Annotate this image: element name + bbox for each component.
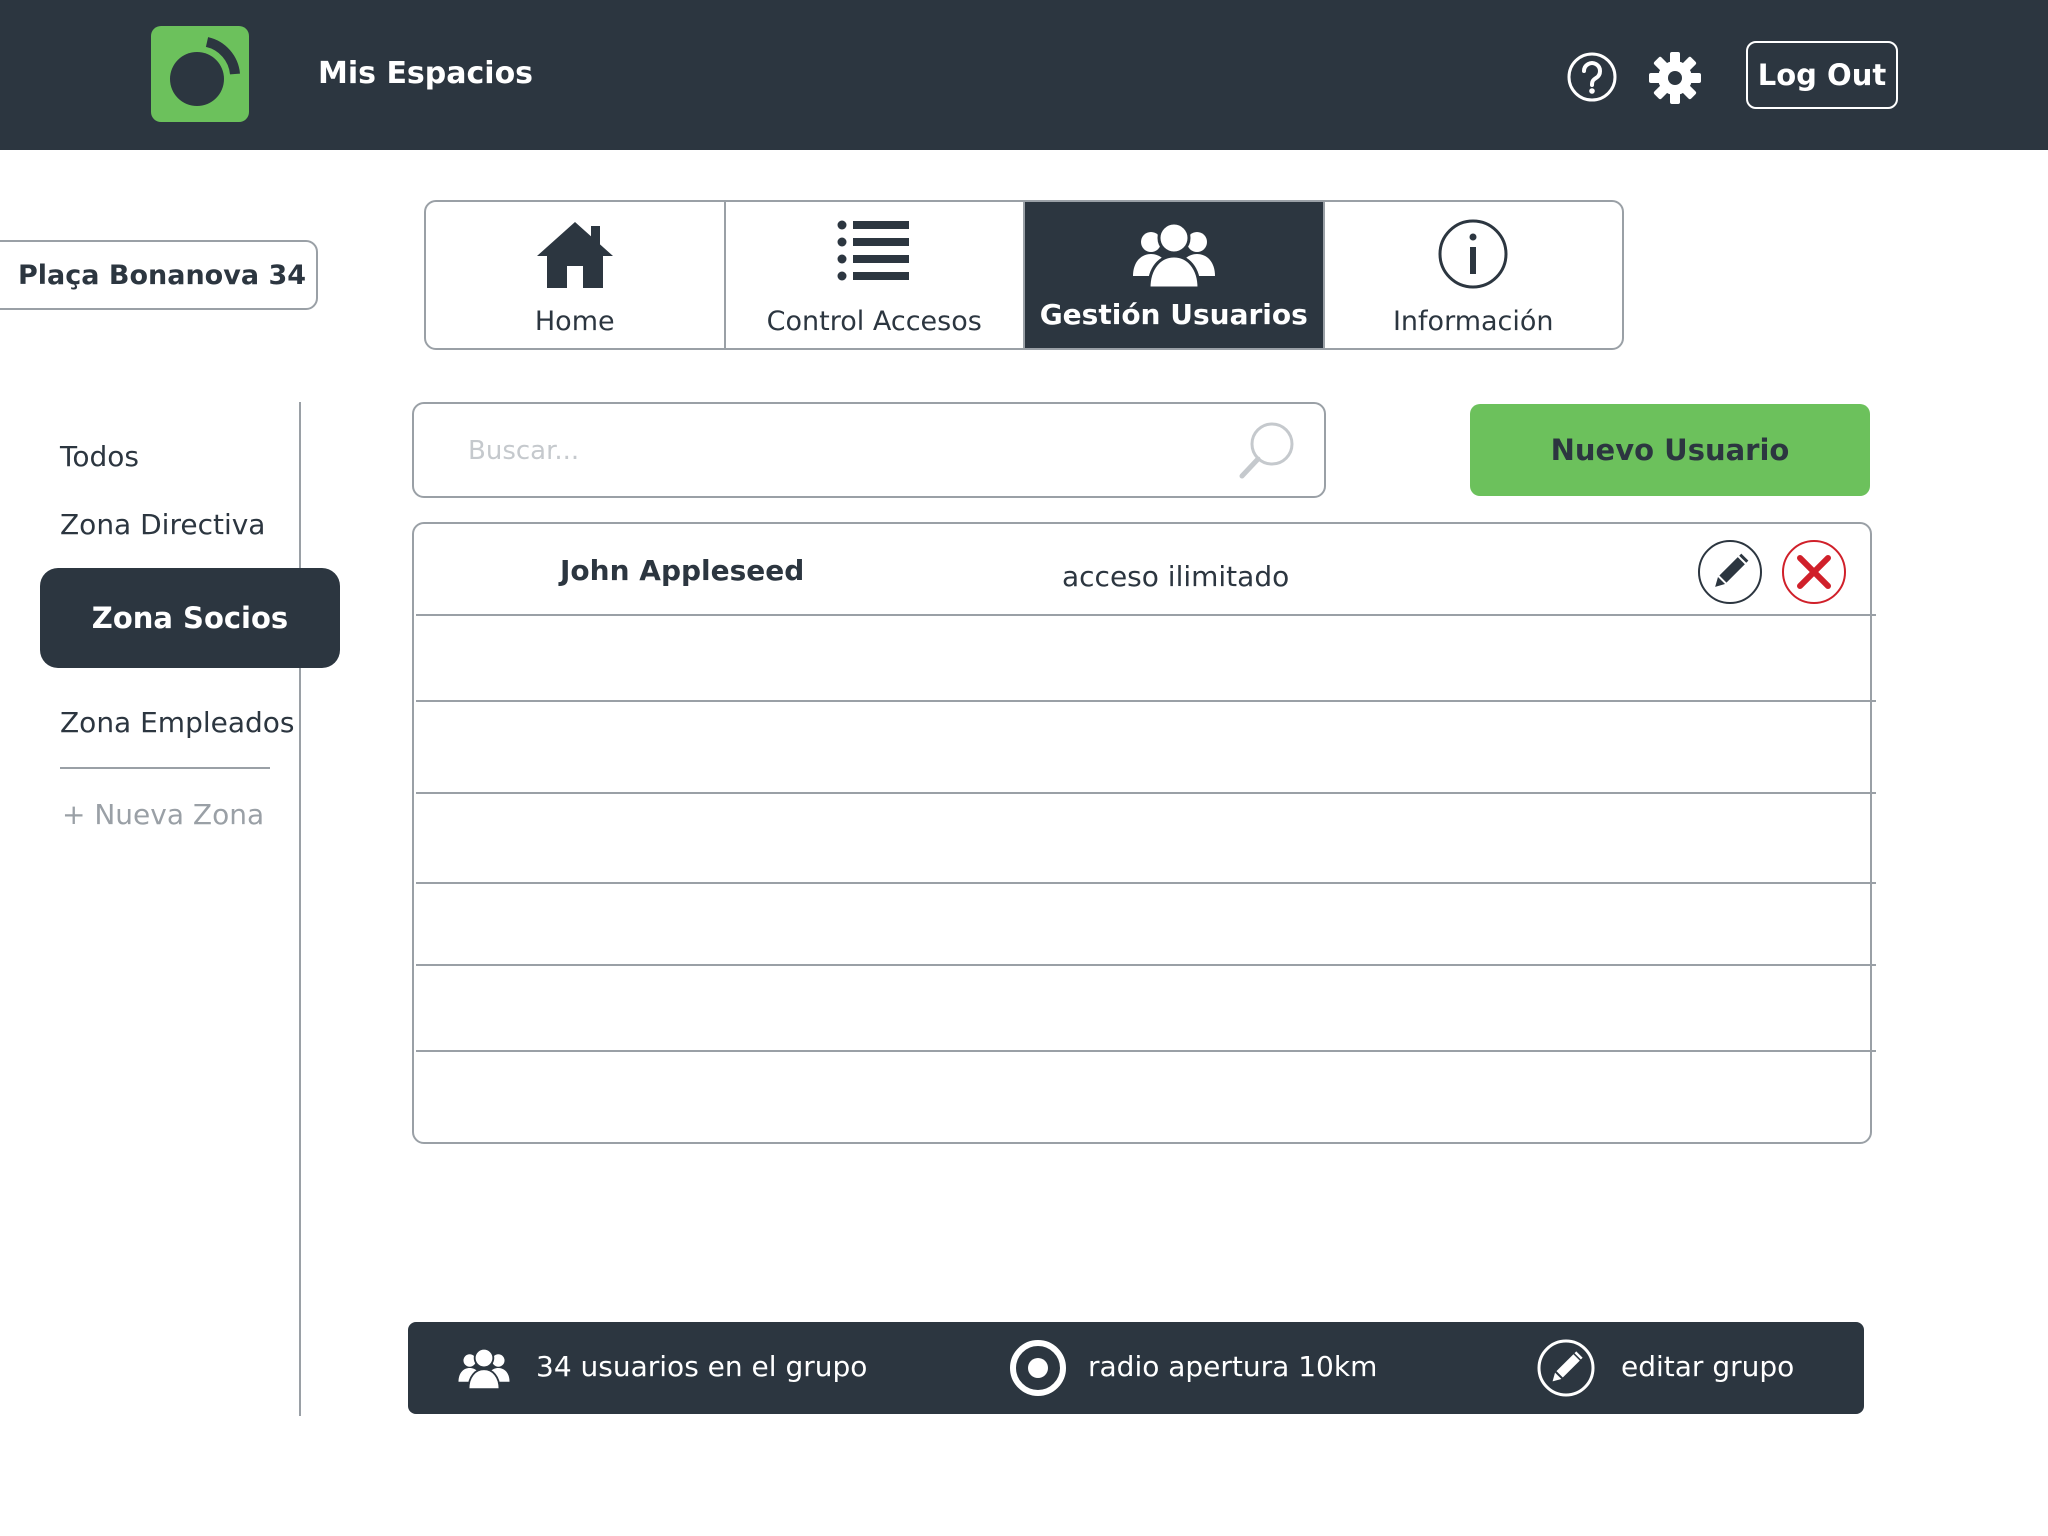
location-selector[interactable]: Plaça Bonanova 34 [0,240,318,310]
close-icon [1797,555,1831,589]
edit-group-icon[interactable] [1536,1338,1596,1402]
sidebar-item-zona-empleados[interactable]: Zona Empleados [60,706,295,739]
help-icon[interactable] [1566,51,1618,103]
app-title: Mis Espacios [318,56,534,91]
row-divider [416,614,1876,616]
user-name: John Appleseed [560,554,805,587]
search-input[interactable] [468,428,1168,474]
user-count-text: 34 usuarios en el grupo [536,1350,868,1383]
row-divider [416,1050,1876,1052]
tab-label: Información [1392,306,1554,337]
edit-group-link[interactable]: editar grupo [1621,1350,1794,1383]
row-divider [416,964,1876,966]
sidebar-item-todos[interactable]: Todos [60,440,139,473]
home-icon [535,218,615,294]
logout-button[interactable]: Log Out [1746,41,1898,109]
users-table: John Appleseed acceso ilimitado [412,522,1876,1144]
new-user-button[interactable]: Nuevo Usuario [1470,404,1870,496]
group-info-bar: 34 usuarios en el grupo radio apertura 1… [408,1322,1864,1414]
delete-user-button[interactable] [1782,540,1846,604]
info-icon [1437,218,1509,294]
location-name: Plaça Bonanova 34 [18,259,307,291]
tab-informacion[interactable]: Información [1325,202,1623,348]
user-access: acceso ilimitado [1062,560,1290,593]
main-tabs: Home Control Accesos Gestión Usuarios In… [424,200,1624,350]
radius-text: radio apertura 10km [1088,1350,1378,1383]
tab-label: Control Accesos [766,306,982,337]
edit-user-button[interactable] [1698,540,1762,604]
sidebar-item-zona-directiva[interactable]: Zona Directiva [60,508,265,541]
tab-home[interactable]: Home [426,202,726,348]
new-zone-link[interactable]: + Nueva Zona [62,798,264,831]
app-logo-icon[interactable] [151,26,249,122]
gear-icon[interactable] [1648,51,1702,105]
row-divider [416,882,1876,884]
target-icon [1008,1338,1068,1402]
users-icon [1129,218,1219,294]
top-bar: Mis Espacios Log Out [0,0,2048,150]
pencil-icon [1715,553,1749,587]
sidebar-item-zona-socios[interactable]: Zona Socios [40,568,340,668]
tab-label: Home [534,306,615,337]
tab-gestion-usuarios[interactable]: Gestión Usuarios [1025,202,1325,348]
sidebar-divider [299,402,301,1416]
search-box [412,402,1326,498]
sidebar-item-label: Zona Socios [91,601,289,635]
tab-label: Gestión Usuarios [1039,298,1308,331]
users-icon [456,1344,512,1396]
tab-control-accesos[interactable]: Control Accesos [726,202,1025,348]
search-icon[interactable] [1236,420,1298,486]
sidebar-separator [60,767,270,769]
table-row[interactable]: John Appleseed acceso ilimitado [414,524,1870,614]
row-divider [416,700,1876,702]
row-divider [416,792,1876,794]
list-icon [837,218,911,288]
